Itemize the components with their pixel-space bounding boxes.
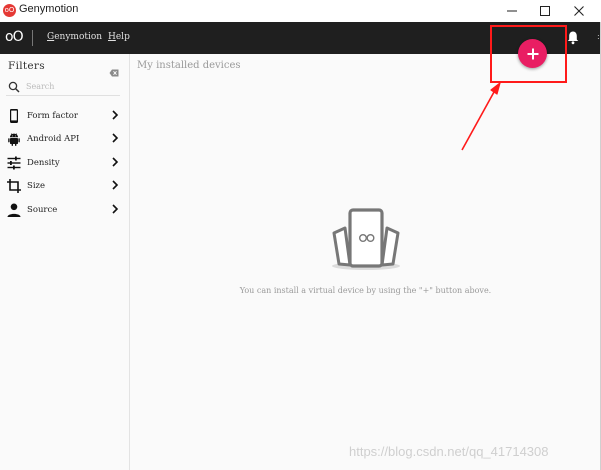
app-window: oO Genymotion oO Genymotion Help : Filte… [0,0,601,470]
filter-android-api[interactable]: Android API [0,128,128,150]
filter-source[interactable]: Source [0,199,128,221]
search-icon [8,81,20,93]
title-bar: oO Genymotion [0,0,601,22]
close-button[interactable] [562,0,596,22]
minimize-icon [507,10,517,12]
empty-state-message: You can install a virtual device by usin… [239,286,492,295]
minimize-button[interactable] [495,0,529,22]
filter-form-factor[interactable]: Form factor [0,105,128,127]
filter-label: Android API [27,134,80,144]
app-logo-icon: oO [3,4,16,17]
chevron-right-icon [112,204,119,214]
crop-icon [7,179,21,193]
close-icon [574,6,584,16]
overflow-indicator: : [597,32,600,41]
person-icon [7,203,21,217]
annotation-highlight-box [490,25,567,83]
filter-label: Density [27,158,60,168]
chevron-right-icon [112,180,119,190]
search-box [6,79,120,96]
filter-label: Source [27,205,58,215]
search-input[interactable] [26,80,116,93]
filter-label: Form factor [27,111,78,121]
phone-icon [10,109,18,123]
menu-genymotion[interactable]: Genymotion [47,32,102,42]
menu-mnemonic: H [108,32,116,42]
toolbar-divider [32,30,33,46]
sliders-icon [7,156,21,170]
filters-title: Filters [8,60,45,72]
watermark-text: https://blog.csdn.net/qq_41714308 [349,444,549,459]
chevron-right-icon [112,133,119,143]
installed-devices-title: My installed devices [137,60,241,71]
filters-sidebar: Filters Form factor [0,54,130,470]
chevron-right-icon [112,110,119,120]
maximize-icon [540,6,550,16]
filter-size[interactable]: Size [0,175,128,197]
android-icon [8,133,20,146]
filter-density[interactable]: Density [0,152,128,174]
chevron-right-icon [112,157,119,167]
empty-devices-illustration [332,208,400,270]
window-title: Genymotion [19,3,79,15]
notifications-button[interactable] [566,30,580,49]
menu-label: elp [115,32,130,42]
maximize-button[interactable] [528,0,562,22]
bell-icon [567,31,579,45]
menu-label: enymotion [54,32,103,42]
filter-label: Size [27,181,46,191]
backspace-icon [109,69,119,77]
main-panel: My installed devices You can install a v… [131,54,600,470]
genymotion-logo: oO [5,29,24,45]
menu-help[interactable]: Help [108,32,130,42]
